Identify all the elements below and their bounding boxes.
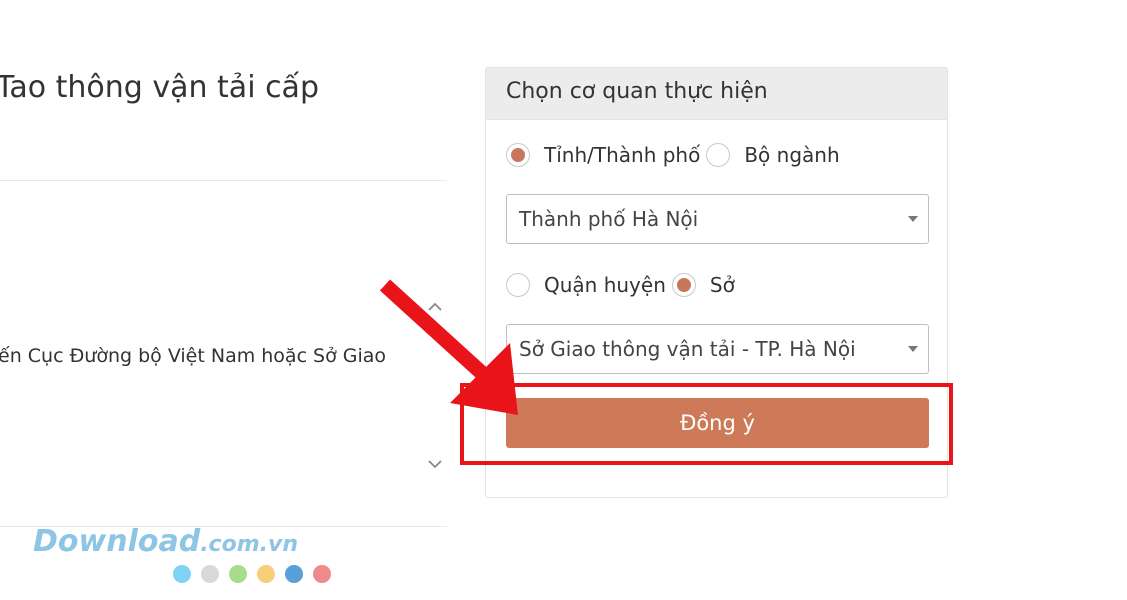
logo-dot	[285, 565, 303, 583]
radio-province-label[interactable]: Tỉnh/Thành phố	[544, 143, 700, 167]
department-select[interactable]: Sở Giao thông vận tải - TP. Hà Nội	[506, 324, 929, 374]
radio-district-label[interactable]: Quận huyện	[544, 273, 666, 297]
province-select-value: Thành phố Hà Nội	[519, 207, 699, 231]
logo-dot	[229, 565, 247, 583]
caret-down-icon	[908, 216, 918, 222]
download-logo: Download.com.vn	[33, 524, 298, 559]
logo-domain-text: .com.vn	[200, 532, 298, 557]
radio-department[interactable]	[671, 273, 696, 297]
level-radio-group: Tỉnh/Thành phố Bộ ngành	[506, 143, 846, 167]
section-text: ến Cục Đường bộ Việt Nam hoặc Sở Giao	[0, 345, 387, 367]
radio-province[interactable]	[506, 143, 530, 167]
logo-dot	[313, 565, 331, 583]
radio-selected-dot	[511, 148, 525, 162]
caret-down-icon	[908, 346, 918, 352]
radio-department-label[interactable]: Sở	[710, 273, 735, 297]
logo-main-text: Download	[33, 524, 201, 559]
red-arrow-icon	[379, 279, 518, 415]
department-select-value: Sở Giao thông vận tải - TP. Hà Nội	[519, 337, 856, 361]
radio-ministry-label[interactable]: Bộ ngành	[744, 143, 839, 167]
chevron-down-icon[interactable]	[426, 455, 444, 473]
radio-selected-dot	[676, 278, 691, 292]
divider	[0, 180, 447, 181]
page-title-fragment: Tao thông vận tải cấp	[0, 70, 319, 105]
panel-heading: Chọn cơ quan thực hiện	[486, 68, 947, 120]
logo-dots	[173, 565, 331, 583]
logo-dot	[173, 565, 191, 583]
province-select[interactable]: Thành phố Hà Nội	[506, 194, 929, 244]
radio-ministry[interactable]	[706, 143, 731, 167]
unit-radio-group: Quận huyện Sở	[506, 273, 741, 297]
logo-dot	[201, 565, 219, 583]
logo-dot	[257, 565, 275, 583]
